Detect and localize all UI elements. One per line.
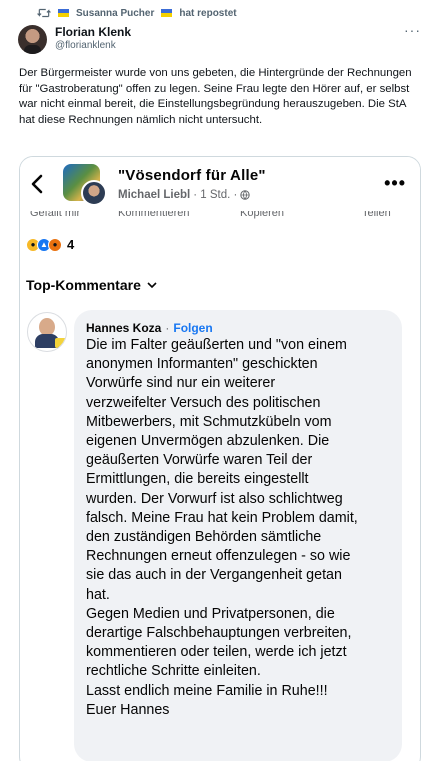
separator: ·: [165, 321, 170, 335]
comment-line: Die im Falter geäußerten und "von einem: [86, 337, 347, 353]
comment-bubble: Hannes Koza · Folgen Die im Falter geäuß…: [74, 310, 402, 761]
flag-icon: [161, 9, 173, 17]
post-time: · 1 Std. ·: [193, 189, 238, 201]
repost-icon: [37, 8, 51, 18]
reaction-summary[interactable]: ● ▲ ● 4: [26, 237, 74, 252]
comment-line: anonymen Informanten" geschickten: [86, 356, 318, 373]
back-arrow-icon[interactable]: [30, 174, 44, 194]
comment-line: kommentieren oder teilen, werde ich jetz…: [86, 644, 347, 661]
reaction-count: 4: [67, 237, 75, 252]
comment-line: hat.: [86, 586, 110, 603]
sort-label: Top-Kommentare: [26, 277, 141, 293]
comment-line: Euer Hannes: [86, 701, 170, 718]
comment-line: Vorwürfe sind nur ein weiterer: [86, 375, 276, 392]
author-handle[interactable]: @florianklenk: [55, 39, 131, 52]
group-title[interactable]: "Vösendorf für Alle": [118, 167, 266, 184]
angry-reaction-icon: ●: [48, 237, 62, 252]
globe-icon: [240, 190, 251, 200]
comment-line: Ermittlungen, die bereits eingestellt: [86, 471, 309, 488]
fb-post-header: "Vösendorf für Alle" Michael Liebl · 1 S…: [20, 157, 420, 211]
comment-line: geäußerten Vorwürfe waren Teil der: [86, 452, 313, 469]
repost-suffix: hat repostet: [179, 7, 237, 19]
comment-line: Gegen Medien und Privatpersonen, die: [86, 605, 335, 622]
share-action[interactable]: Teilen: [362, 211, 391, 219]
comment-line: verzweifelter Versuch des politischen: [86, 394, 321, 411]
tweet-text: Der Bürgermeister wurde von uns gebeten,…: [19, 67, 412, 126]
comment-line: den zuständigen Behörden sämtliche: [86, 529, 322, 546]
comment-line: falsch. Meine Frau hat kein Problem dami…: [86, 509, 358, 526]
comment-sort-dropdown[interactable]: Top-Kommentare: [26, 277, 157, 293]
like-action[interactable]: Gefällt mir: [30, 211, 80, 219]
comment-action[interactable]: Kommentieren: [118, 211, 190, 219]
author-info: Florian Klenk @florianklenk: [55, 25, 131, 52]
comment-line: Rechnungen erneut offenzulegen - so wie: [86, 548, 351, 565]
more-options-icon[interactable]: ···: [404, 22, 421, 38]
commenter-name[interactable]: Hannes Koza: [86, 321, 161, 335]
chevron-down-icon: [147, 281, 157, 288]
comment-line: rechtliche Schritte einleiten.: [86, 663, 261, 680]
fb-more-options-icon[interactable]: •••: [384, 173, 406, 194]
comment-line: wurden. Der Vorwurf ist also schlichtweg: [86, 490, 343, 507]
tweet-media-image[interactable]: "Vösendorf für Alle" Michael Liebl · 1 S…: [19, 156, 421, 761]
repost-indicator[interactable]: Susanna Pucher hat repostet: [37, 7, 237, 19]
comment-line: derartige Falschbehauptungen verbreiten,: [86, 625, 352, 642]
post-author[interactable]: Michael Liebl: [118, 189, 190, 201]
comment-header: Hannes Koza · Folgen: [86, 320, 390, 336]
author-avatar[interactable]: [18, 25, 47, 54]
copy-action[interactable]: Kopieren: [240, 211, 284, 219]
comment-line: sie das auch in der Vergangenheit getan: [86, 567, 342, 584]
author-name[interactable]: Florian Klenk: [55, 25, 131, 39]
comment-text: Die im Falter geäußerten und "von einem a…: [86, 336, 390, 720]
flag-icon: [58, 9, 69, 17]
comment-line: Lasst endlich meine Familie in Ruhe!!!: [86, 682, 328, 699]
comment-line: Mitbewerbers, mit Schmutzkübeln vom: [86, 413, 332, 430]
poster-avatar[interactable]: [81, 180, 107, 206]
commenter-avatar[interactable]: [27, 312, 67, 352]
comment-line: eigenen Unvermögen abzulenken. Die: [86, 433, 330, 450]
post-meta: Michael Liebl · 1 Std. ·: [118, 189, 251, 201]
reposter-name[interactable]: Susanna Pucher: [76, 8, 154, 19]
follow-button[interactable]: Folgen: [173, 321, 212, 335]
action-bar-cut-off: Gefällt mir Kommentieren Kopieren Teilen: [20, 211, 420, 221]
